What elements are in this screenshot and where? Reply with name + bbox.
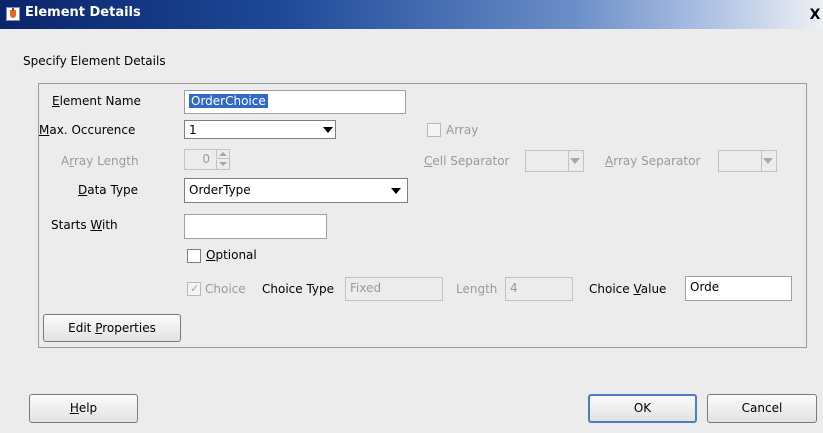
length-label: Length — [456, 282, 498, 296]
chevron-down-icon — [391, 187, 401, 194]
cancel-button[interactable]: Cancel — [707, 394, 817, 423]
spinner-down-icon[interactable] — [216, 160, 229, 169]
choice-value-input[interactable]: Orde — [685, 276, 792, 301]
array-length-spinner[interactable]: 0 — [184, 149, 230, 170]
optional-checkbox[interactable] — [187, 249, 201, 263]
element-name-label: Element Name — [52, 94, 141, 108]
length-input[interactable]: 4 — [505, 277, 573, 301]
starts-with-input[interactable] — [184, 214, 327, 239]
details-panel — [38, 83, 807, 348]
choice-checkbox[interactable]: ✓ — [187, 282, 201, 296]
cell-separator-label: Cell Separator — [424, 154, 510, 168]
array-separator-label: Array Separator — [605, 154, 701, 168]
optional-label: Optional — [206, 248, 257, 262]
window-title: Element Details — [25, 5, 141, 20]
array-separator-combo[interactable] — [718, 150, 777, 172]
title-bar: Element Details X — [0, 0, 823, 29]
checkmark-icon: ✓ — [190, 282, 200, 295]
array-length-label: Array Length — [61, 154, 139, 168]
array-checkbox[interactable] — [427, 123, 441, 137]
help-button[interactable]: Help — [29, 394, 138, 423]
starts-with-label: Starts With — [51, 218, 118, 232]
java-cup-icon — [6, 7, 20, 21]
data-type-label: Data Type — [78, 183, 139, 197]
chevron-down-icon — [570, 158, 580, 164]
cell-separator-combo[interactable] — [525, 150, 584, 172]
element-name-input[interactable]: OrderChoice — [184, 90, 406, 114]
spinner-up-icon[interactable] — [216, 150, 229, 159]
array-label: Array — [446, 123, 479, 137]
max-occurrence-combo[interactable]: 1 — [184, 120, 336, 139]
section-title: Specify Element Details — [23, 54, 166, 68]
choice-type-label: Choice Type — [262, 282, 335, 296]
choice-value-label: Choice Value — [589, 282, 667, 296]
data-type-combo[interactable]: OrderType — [184, 178, 408, 203]
choice-label: Choice — [205, 282, 246, 296]
choice-type-input[interactable]: Fixed — [345, 277, 443, 301]
close-icon[interactable]: X — [808, 7, 822, 23]
chevron-down-icon — [323, 126, 333, 133]
edit-properties-button[interactable]: Edit Properties — [43, 314, 181, 342]
max-occurrence-label: Max. Occurence — [39, 123, 136, 137]
chevron-down-icon — [763, 158, 773, 164]
ok-button[interactable]: OK — [588, 394, 697, 423]
